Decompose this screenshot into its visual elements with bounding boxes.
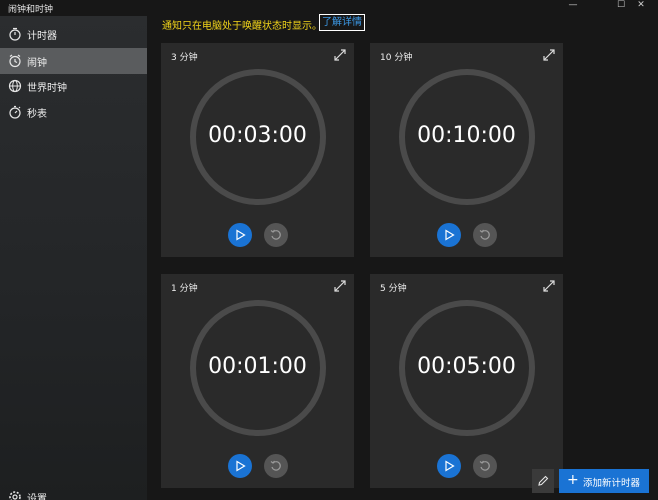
globe-icon — [8, 79, 22, 93]
reset-icon — [270, 229, 281, 240]
sidebar-item-label: 世界时钟 — [27, 83, 67, 94]
edit-button[interactable] — [532, 469, 554, 493]
reset-icon — [479, 229, 490, 240]
play-icon — [236, 460, 246, 472]
reset-icon — [479, 460, 490, 471]
timer-time: 00:03:00 — [208, 123, 307, 148]
reset-icon — [270, 460, 281, 471]
sidebar-item-label: 计时器 — [27, 31, 57, 42]
timer-card[interactable]: 5 分钟 00:05:00 — [370, 274, 563, 488]
sidebar-item-settings[interactable]: 设置 — [0, 484, 147, 500]
timer-icon — [9, 27, 21, 41]
add-timer-label: 添加新计时器 — [583, 478, 641, 489]
gear-icon — [9, 491, 21, 500]
sidebar-item-label: 闹钟 — [27, 58, 47, 69]
app-title: 闹钟和时钟 — [8, 5, 54, 15]
stopwatch-icon — [9, 105, 21, 119]
timer-time: 00:01:00 — [208, 354, 307, 379]
expand-icon[interactable] — [334, 49, 346, 61]
sidebar-item-world-clock[interactable]: 世界时钟 — [0, 73, 147, 99]
timer-name: 5 分钟 — [380, 284, 407, 294]
expand-icon[interactable] — [543, 49, 555, 61]
sidebar-item-label: 秒表 — [27, 109, 47, 120]
notification-notice: 通知只在电脑处于唤醒状态时显示。 — [162, 21, 322, 32]
timer-time: 00:05:00 — [417, 354, 516, 379]
expand-icon[interactable] — [543, 280, 555, 292]
play-icon — [236, 229, 246, 241]
minimize-button[interactable]: — — [556, 0, 590, 12]
play-button[interactable] — [437, 223, 461, 247]
timer-name: 1 分钟 — [171, 284, 198, 294]
plus-icon: + — [567, 472, 579, 488]
sidebar-item-stopwatch[interactable]: 秒表 — [0, 99, 147, 125]
app-window: 闹钟和时钟 — ☐ ✕ 计时器 闹钟 世界时钟 秒表 设置 通知只在电脑处于唤醒… — [0, 0, 658, 500]
sidebar: 计时器 闹钟 世界时钟 秒表 设置 — [0, 16, 147, 500]
reset-button[interactable] — [473, 454, 497, 478]
alarm-icon — [9, 54, 21, 68]
timer-name: 10 分钟 — [380, 53, 413, 63]
play-button[interactable] — [228, 454, 252, 478]
timer-card[interactable]: 3 分钟 00:03:00 — [161, 43, 354, 257]
timer-name: 3 分钟 — [171, 53, 198, 63]
timer-card[interactable]: 10 分钟 00:10:00 — [370, 43, 563, 257]
reset-button[interactable] — [264, 223, 288, 247]
learn-more-link[interactable]: 了解详情 — [319, 14, 365, 31]
expand-icon[interactable] — [334, 280, 346, 292]
add-timer-button[interactable]: + 添加新计时器 — [559, 469, 649, 493]
pencil-icon — [538, 475, 549, 486]
play-button[interactable] — [228, 223, 252, 247]
play-button[interactable] — [437, 454, 461, 478]
timer-card[interactable]: 1 分钟 00:01:00 — [161, 274, 354, 488]
reset-button[interactable] — [473, 223, 497, 247]
sidebar-item-alarm[interactable]: 闹钟 — [0, 48, 147, 74]
close-button[interactable]: ✕ — [624, 0, 658, 12]
timer-time: 00:10:00 — [417, 123, 516, 148]
reset-button[interactable] — [264, 454, 288, 478]
sidebar-item-timer[interactable]: 计时器 — [0, 21, 147, 47]
play-icon — [445, 229, 455, 241]
play-icon — [445, 460, 455, 472]
sidebar-item-label: 设置 — [27, 494, 47, 500]
